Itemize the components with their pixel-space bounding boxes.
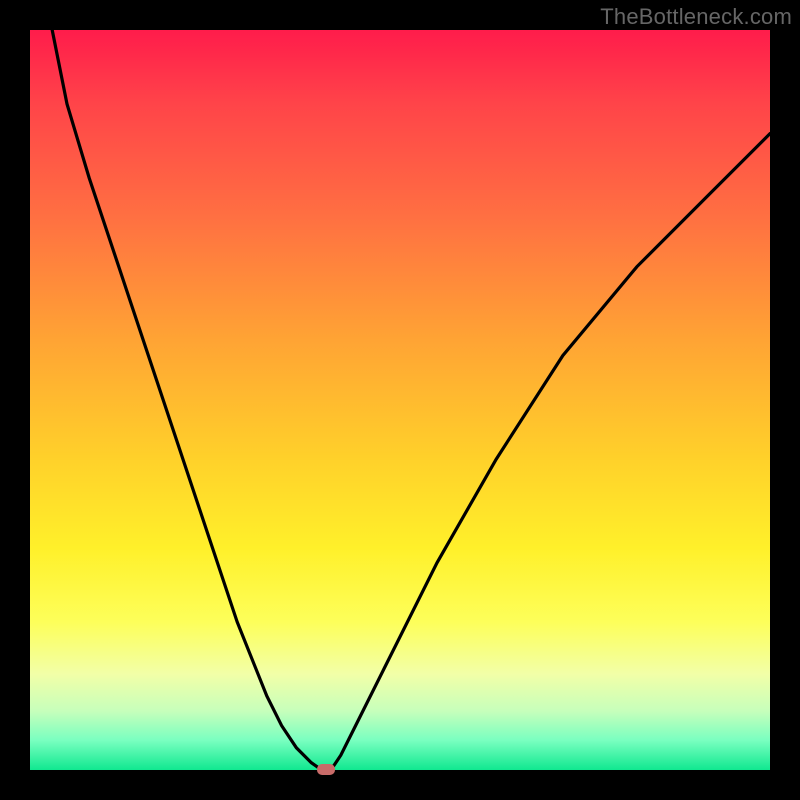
watermark-text: TheBottleneck.com bbox=[600, 4, 792, 30]
bottleneck-curve bbox=[52, 30, 770, 770]
optimal-marker bbox=[317, 764, 335, 775]
plot-area bbox=[30, 30, 770, 770]
curve-layer bbox=[30, 30, 770, 770]
chart-frame: TheBottleneck.com bbox=[0, 0, 800, 800]
